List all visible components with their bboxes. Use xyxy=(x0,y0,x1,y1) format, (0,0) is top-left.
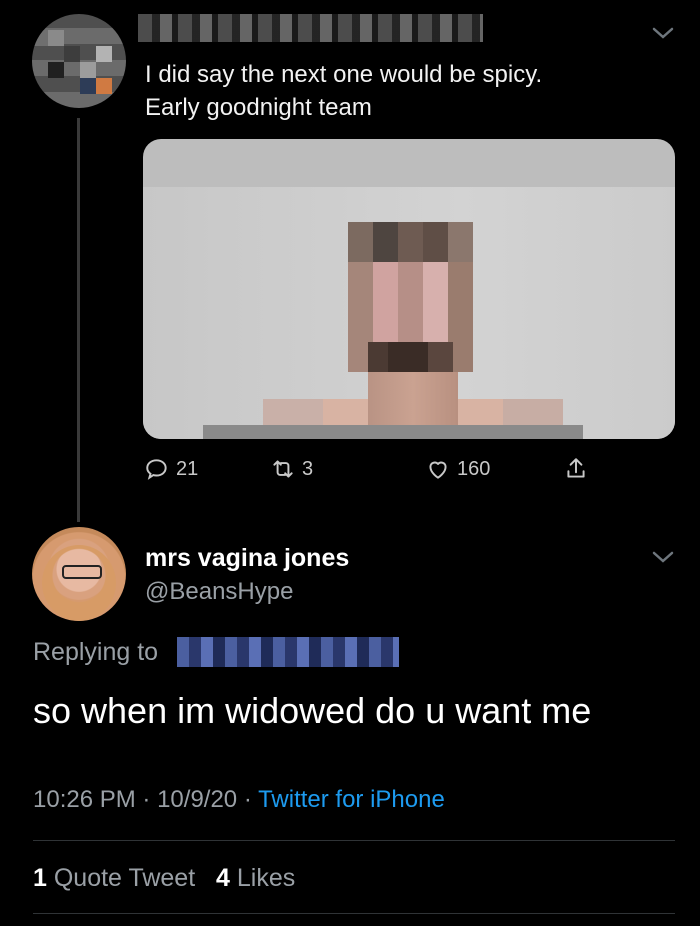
tweet-stats: 1 Quote Tweet 4 Likes xyxy=(33,864,295,893)
separator-dot: · xyxy=(243,786,259,813)
share-button[interactable] xyxy=(563,452,589,486)
thread-connector-line xyxy=(77,118,80,522)
tweet-time[interactable]: 10:26 PM xyxy=(33,786,136,813)
tweet-date[interactable]: 10/9/20 xyxy=(157,786,237,813)
redacted-author-name xyxy=(138,14,483,42)
like-count: 160 xyxy=(457,457,491,480)
retweet-count: 3 xyxy=(302,457,314,480)
separator-dot: · xyxy=(142,786,158,813)
likes-stat[interactable]: 4 Likes xyxy=(216,864,295,892)
tweet-source-link[interactable]: Twitter for iPhone xyxy=(258,786,445,813)
tweet-media-image[interactable] xyxy=(143,139,675,439)
tweet-text-line: I did say the next one would be spicy. xyxy=(145,61,543,88)
divider xyxy=(33,913,675,914)
chevron-down-icon[interactable] xyxy=(652,550,674,564)
replying-to-label: Replying to xyxy=(33,638,159,666)
chevron-down-icon[interactable] xyxy=(652,26,674,40)
reply-display-name[interactable]: mrs vagina jones xyxy=(145,544,349,573)
likes-label: Likes xyxy=(236,864,296,892)
quote-tweets-stat[interactable]: 1 Quote Tweet xyxy=(33,864,202,892)
reply-count: 21 xyxy=(176,457,199,480)
original-author-avatar[interactable] xyxy=(32,14,126,108)
reply-button[interactable]: 21 xyxy=(144,452,198,486)
share-icon xyxy=(567,458,585,478)
reply-tweet-text: so when im widowed do u want me xyxy=(33,690,592,731)
original-tweet-text: I did say the next one would be spicy. E… xyxy=(145,58,542,124)
divider xyxy=(33,840,675,841)
like-icon xyxy=(429,461,447,479)
reply-icon xyxy=(146,459,167,480)
redacted-replying-to-handle[interactable] xyxy=(177,637,399,667)
reply-author-avatar[interactable] xyxy=(32,527,126,621)
tweet-text-line: Early goodnight team xyxy=(145,94,372,121)
reply-handle[interactable]: @BeansHype xyxy=(145,578,293,606)
retweet-button[interactable]: 3 xyxy=(270,452,313,486)
likes-count: 4 xyxy=(216,864,230,892)
quote-count: 1 xyxy=(33,864,47,892)
quote-label: Quote Tweet xyxy=(53,864,196,892)
like-button[interactable]: 160 xyxy=(425,452,490,486)
tweet-metadata: 10:26 PM · 10/9/20 · Twitter for iPhone xyxy=(33,786,445,814)
retweet-icon xyxy=(273,460,293,478)
